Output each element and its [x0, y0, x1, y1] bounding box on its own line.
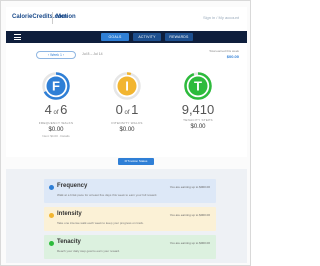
- stat-frequency[interactable]: F 4 of 6 Frequency walks $0.00 Next: $4.00 ·…: [26, 71, 86, 138]
- card-description: Take one intense walk each week to keep …: [57, 221, 144, 225]
- card-earnings: You are earning up to $000.00: [169, 185, 210, 189]
- tab-activity[interactable]: Activity: [133, 33, 161, 41]
- card-title: Intensity: [57, 211, 82, 217]
- goals-section: Frequency You are earning up to $000.00 Wa…: [6, 169, 247, 263]
- stat-earned: $0.00: [48, 127, 64, 133]
- card-earnings: You are earning up to $000.00: [169, 241, 210, 245]
- stat-caption: Intensity walks: [111, 121, 143, 125]
- brand-divider: [52, 12, 53, 24]
- card-intensity[interactable]: Intensity You are earning up to $000.00 Ta…: [44, 207, 216, 231]
- progress-ring: I: [113, 72, 141, 100]
- ring-letter: T: [194, 79, 202, 94]
- stat-value: 9,410: [181, 102, 215, 117]
- status-button[interactable]: FITmotion Status: [118, 158, 154, 165]
- stats-panel: F4 of 6 Frequency walks $0.00 Next: $4.00 ·…: [6, 67, 247, 157]
- week-controls: ‹ Week 1 › Jul 8 – Jul 14 Total earned t…: [6, 43, 247, 67]
- stat-caption: Frequency walks: [38, 121, 74, 125]
- tab-goals[interactable]: Goals: [101, 33, 129, 41]
- status-dot-icon: [49, 185, 54, 190]
- menu-icon[interactable]: [14, 34, 21, 40]
- card-frequency[interactable]: Frequency You are earning up to $000.00 Wa…: [44, 179, 216, 203]
- date-range: Jul 8 – Jul 14: [82, 52, 103, 56]
- stat-earned: $0.00: [119, 127, 135, 133]
- product-name: Motion: [56, 14, 76, 20]
- stat-caption: Tenacity steps: [183, 118, 213, 122]
- progress-ring: F: [42, 72, 70, 100]
- top-header: CalorieCredits.com Motion Sign in / My a…: [6, 7, 247, 32]
- progress-ring: T: [184, 72, 212, 100]
- card-earnings: You are earning up to $000.00: [169, 213, 210, 217]
- status-dot-icon: [49, 213, 54, 218]
- tab-rewards[interactable]: Rewards: [165, 33, 193, 41]
- total-earned-label: Total earned this week: [209, 49, 239, 53]
- status-dot-icon: [49, 241, 54, 246]
- stat-earned: $0.00: [190, 124, 206, 130]
- ring-letter: I: [125, 79, 129, 94]
- account-link[interactable]: Sign in / My account: [203, 15, 239, 20]
- card-tenacity[interactable]: Tenacity You are earning up to $000.00 Rea…: [44, 235, 216, 259]
- stat-value: 0 of 1: [115, 102, 139, 117]
- main-nav: Goals Activity Rewards: [6, 31, 247, 43]
- app-frame: CalorieCredits.com Motion Sign in / My a…: [0, 0, 251, 266]
- ring-letter: F: [52, 79, 60, 94]
- stat-value: 4 of 6: [44, 102, 68, 117]
- stat-of: of: [51, 110, 61, 116]
- card-description: Reach your daily step goal to earn your …: [57, 249, 121, 253]
- card-title: Tenacity: [57, 239, 81, 245]
- week-selector[interactable]: ‹ Week 1 ›: [36, 51, 76, 59]
- stat-of: of: [122, 110, 132, 116]
- card-description: Walk at a brisk pace for at least five d…: [57, 193, 158, 197]
- stat-tenacity[interactable]: T 9,410 Tenacity steps $0.00: [168, 71, 228, 130]
- stat-details-link[interactable]: Next: $4.00 · Details: [26, 134, 86, 138]
- total-earned-value: $00.00: [226, 54, 239, 59]
- stat-intensity[interactable]: I 0 of 1 Intensity walks $0.00: [97, 71, 157, 133]
- card-title: Frequency: [57, 183, 88, 189]
